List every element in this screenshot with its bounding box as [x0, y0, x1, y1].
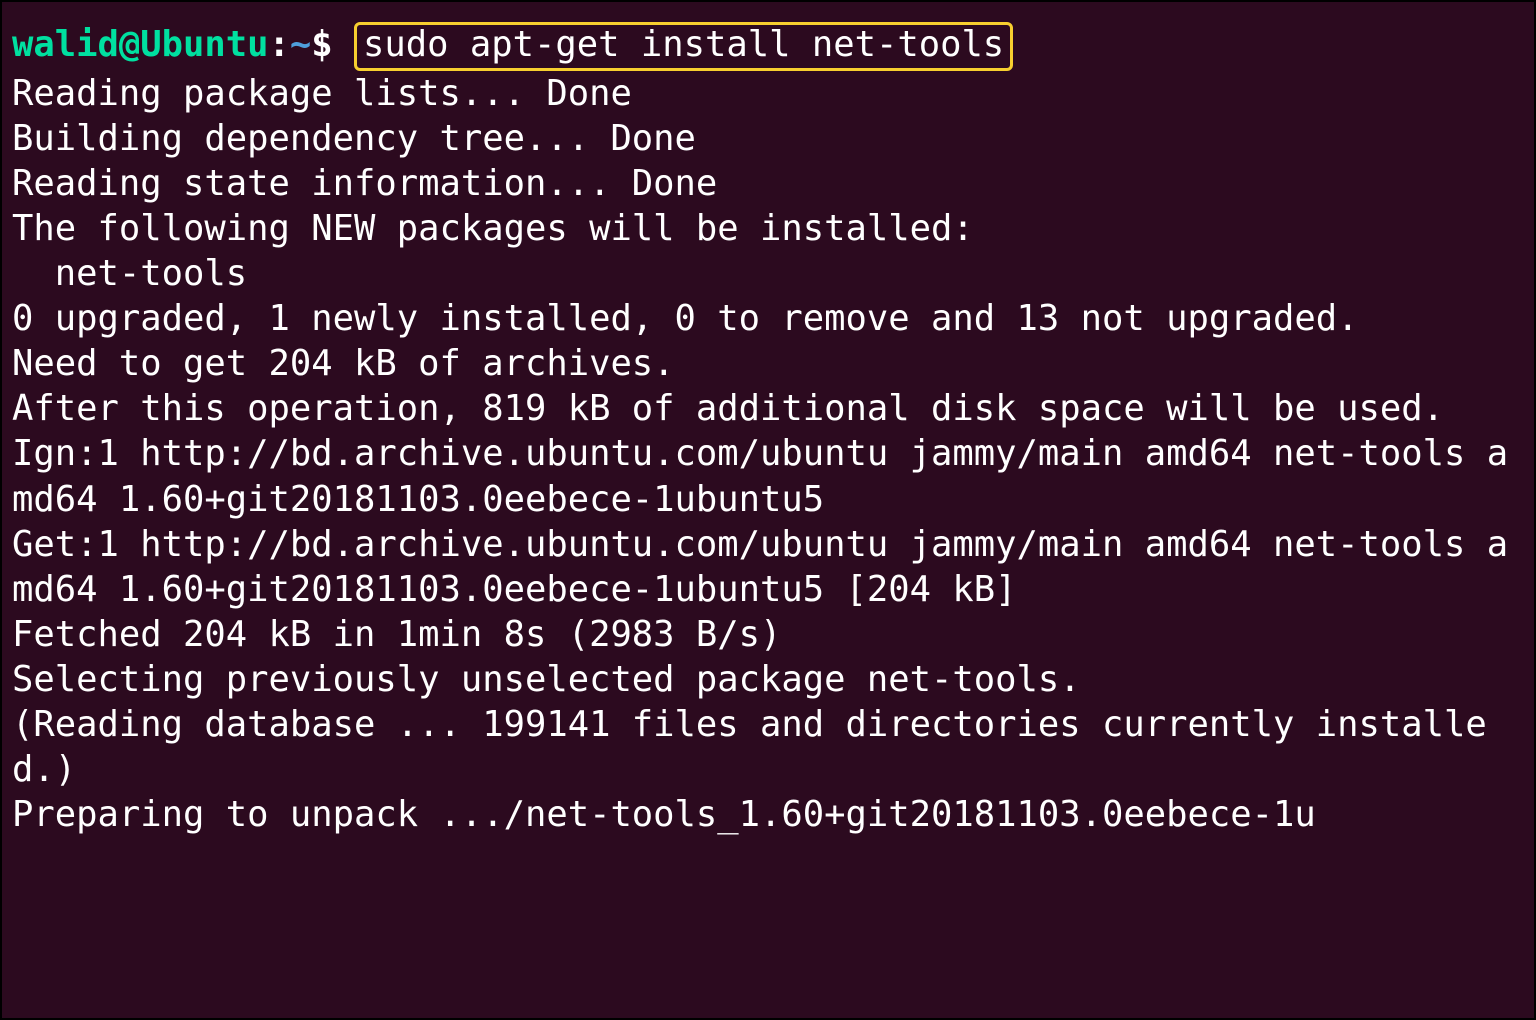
prompt-path: ~ [290, 24, 311, 65]
terminal-output: Reading package lists... Done Building d… [12, 73, 1508, 835]
prompt-colon: : [269, 24, 290, 65]
prompt-user: walid [12, 24, 119, 65]
prompt-host: Ubuntu [140, 24, 268, 65]
command-highlight: sudo apt-get install net-tools [354, 22, 1013, 71]
prompt-dollar: $ [311, 24, 332, 65]
terminal-window[interactable]: walid@Ubuntu:~$ sudo apt-get install net… [0, 0, 1536, 1020]
prompt-at: @ [119, 24, 140, 65]
